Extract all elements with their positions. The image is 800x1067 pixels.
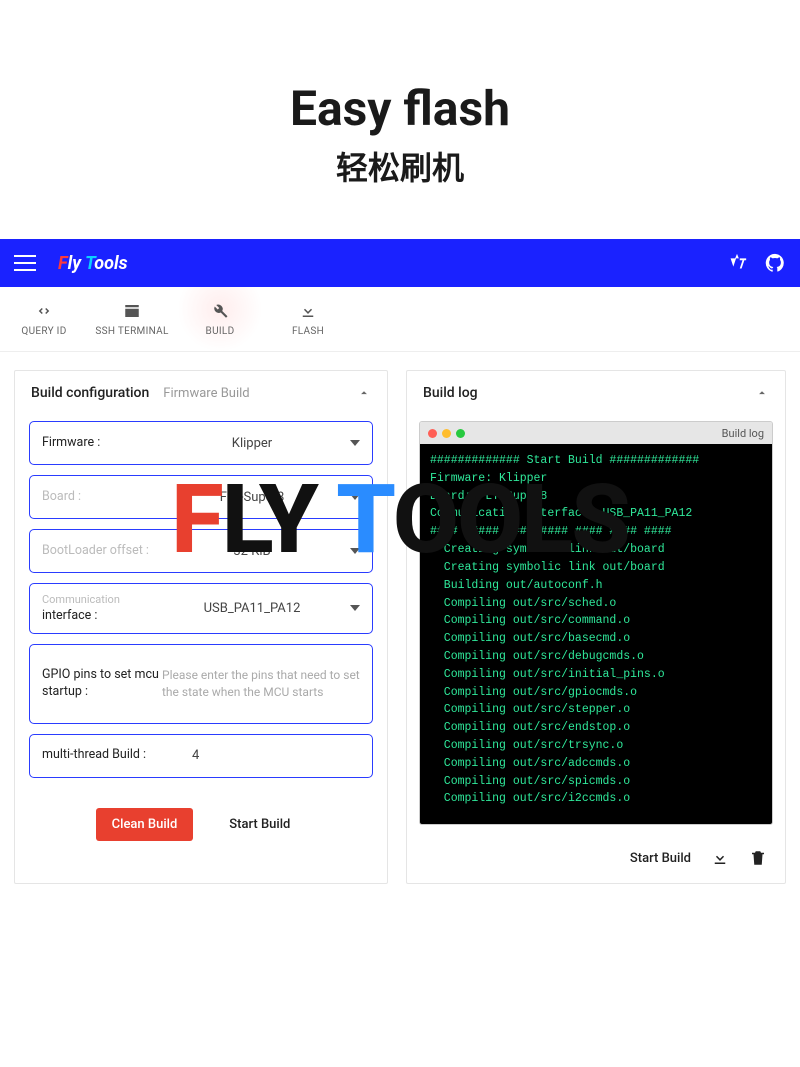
terminal-output[interactable]: ############# Start Build ############# … <box>420 444 772 824</box>
chevron-up-icon[interactable] <box>755 386 769 400</box>
comm-interface-select[interactable]: Communicationinterface : USB_PA11_PA12 <box>29 583 373 634</box>
threads-input[interactable]: multi-thread Build : 4 <box>29 734 373 778</box>
hero-subtitle: 轻松刷机 <box>20 143 780 189</box>
code-icon <box>35 302 53 320</box>
hero-title: Easy flash <box>20 80 780 137</box>
chevron-up-icon[interactable] <box>357 386 371 400</box>
wrench-icon <box>211 302 229 320</box>
tab-build[interactable]: BUILD <box>176 287 264 351</box>
config-title: Build configuration <box>31 385 149 401</box>
chevron-down-icon <box>350 605 360 611</box>
minimize-dot-icon[interactable] <box>442 429 451 438</box>
terminal-window: Build log ############# Start Build ####… <box>419 421 773 825</box>
footer-start-build-button[interactable]: Start Build <box>630 851 691 866</box>
app-brand: Fly Tools <box>58 253 128 274</box>
tab-query-id[interactable]: QUERY ID <box>0 287 88 351</box>
clean-build-button[interactable]: Clean Build <box>96 808 194 841</box>
maximize-dot-icon[interactable] <box>456 429 465 438</box>
tab-ssh-terminal[interactable]: SSH TERMINAL <box>88 287 176 351</box>
app-bar: Fly Tools <box>0 239 800 287</box>
tab-bar: QUERY ID SSH TERMINAL BUILD FLASH <box>0 287 800 352</box>
terminal-icon <box>123 302 141 320</box>
build-config-panel: Build configuration Firmware Build Firmw… <box>14 370 388 884</box>
gpio-pins-input[interactable]: GPIO pins to set mcu startup : Please en… <box>29 644 373 724</box>
log-title: Build log <box>423 385 478 401</box>
hero-banner: Easy flash 轻松刷机 <box>0 0 800 239</box>
bootloader-select[interactable]: BootLoader offset : 32 KiB <box>29 529 373 573</box>
chevron-down-icon <box>350 548 360 554</box>
tab-flash[interactable]: FLASH <box>264 287 352 351</box>
trash-icon[interactable] <box>749 849 767 867</box>
chevron-down-icon <box>350 440 360 446</box>
chevron-down-icon <box>350 494 360 500</box>
translate-icon[interactable] <box>726 252 748 274</box>
config-subtitle: Firmware Build <box>163 386 249 401</box>
download-icon <box>299 302 317 320</box>
close-dot-icon[interactable] <box>428 429 437 438</box>
firmware-select[interactable]: Firmware : Klipper <box>29 421 373 465</box>
build-log-panel: Build log Build log ############# Start … <box>406 370 786 884</box>
terminal-title-bar: Build log <box>420 422 772 444</box>
board-select[interactable]: Board : FLY-Super8 <box>29 475 373 519</box>
start-build-button[interactable]: Start Build <box>213 808 306 841</box>
hamburger-menu-icon[interactable] <box>14 252 36 274</box>
download-icon[interactable] <box>711 849 729 867</box>
github-icon[interactable] <box>764 252 786 274</box>
